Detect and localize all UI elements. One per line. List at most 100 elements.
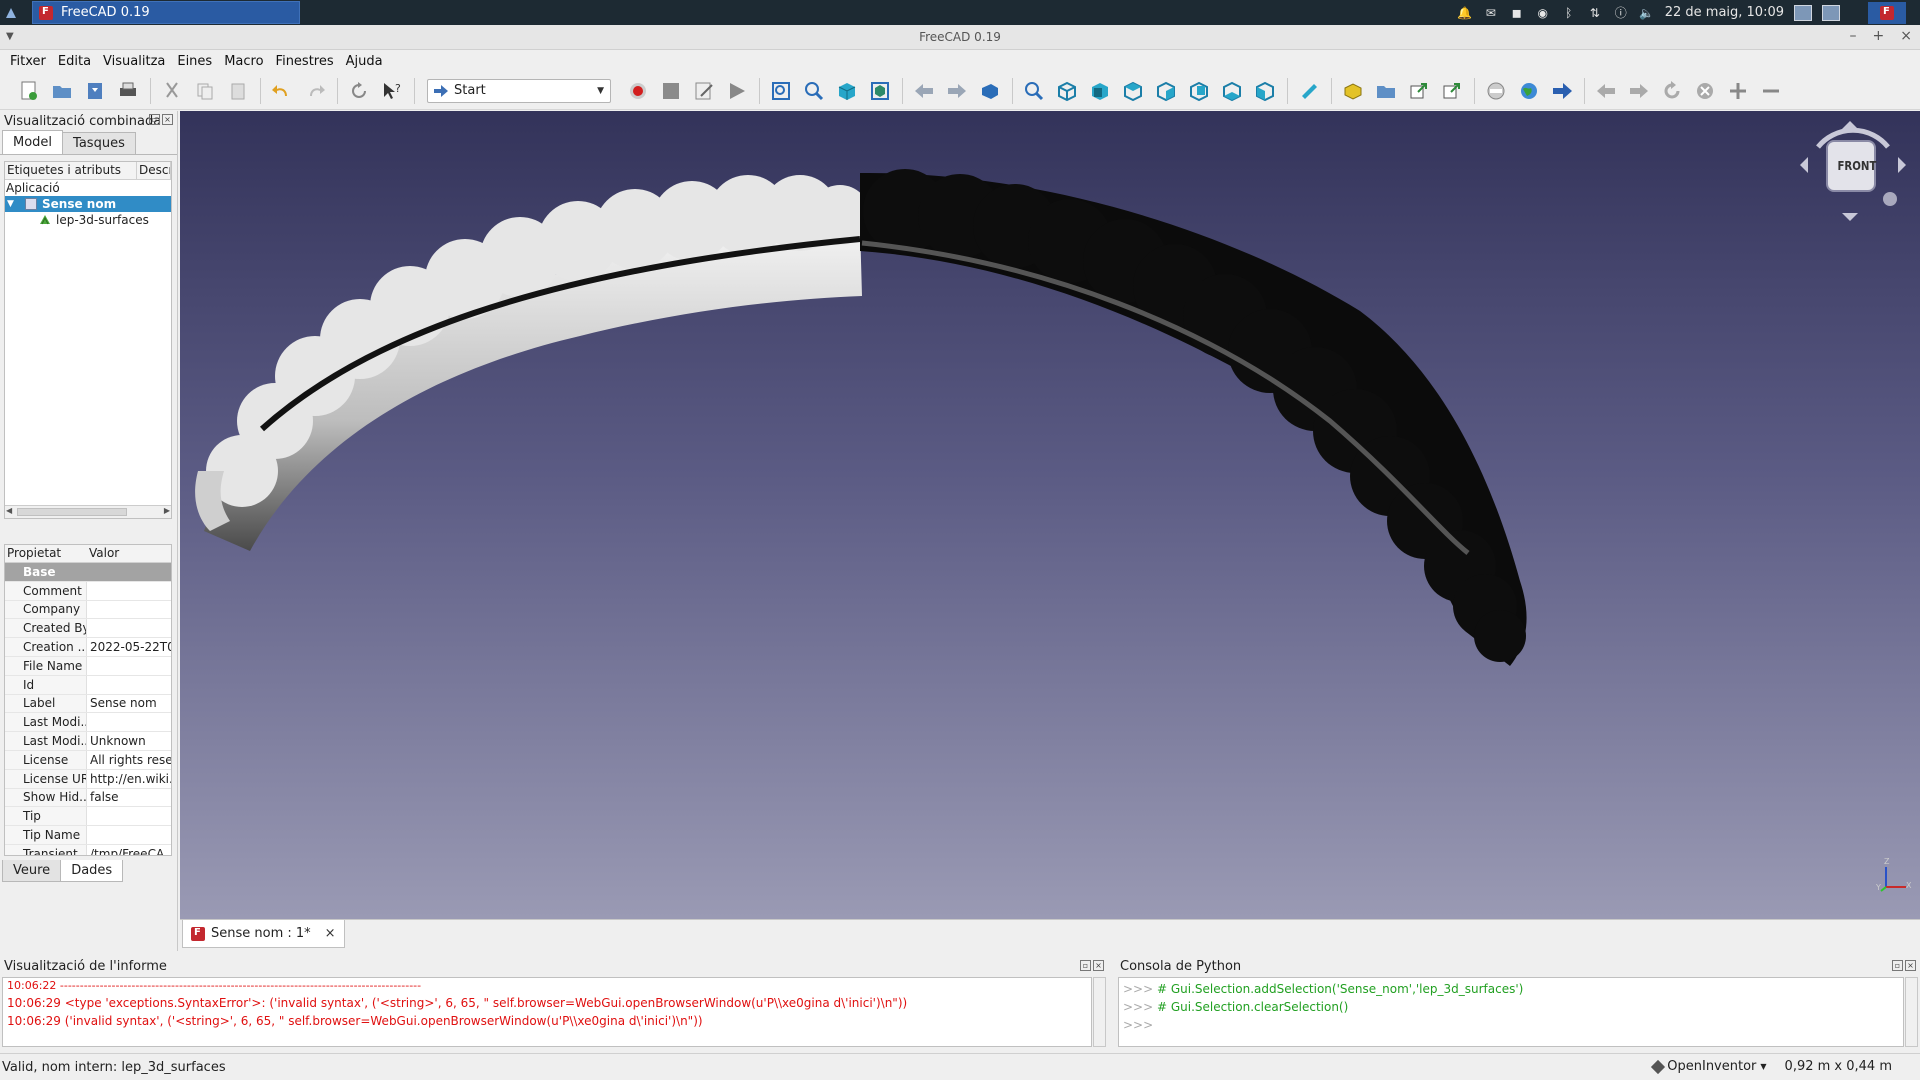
- macro-stop-icon[interactable]: [658, 78, 684, 104]
- property-value[interactable]: Sense nom: [87, 695, 171, 713]
- network-icon[interactable]: ⇅: [1587, 5, 1603, 21]
- workspace-1-icon[interactable]: [1794, 4, 1812, 21]
- web-stop-icon[interactable]: [1692, 78, 1718, 104]
- property-value[interactable]: [87, 807, 171, 825]
- tree-header-labels[interactable]: Etiquetes i atributs: [5, 162, 137, 179]
- property-value[interactable]: [87, 826, 171, 844]
- undo-icon[interactable]: [269, 78, 295, 104]
- close-tab-icon[interactable]: ×: [325, 926, 336, 941]
- save-icon[interactable]: [82, 78, 108, 104]
- view-isometric-icon[interactable]: [1054, 78, 1080, 104]
- scroll-right-icon[interactable]: ▶: [164, 506, 170, 515]
- tree-item-document[interactable]: ▼ Sense nom: [5, 196, 171, 212]
- draw-style-icon[interactable]: [834, 78, 860, 104]
- refresh-icon[interactable]: [346, 78, 372, 104]
- stop-loading-icon[interactable]: [1483, 78, 1509, 104]
- menu-visualitza[interactable]: Visualitza: [97, 54, 171, 69]
- property-value[interactable]: [87, 713, 171, 731]
- property-row[interactable]: Last Modi...: [5, 713, 171, 733]
- collapse-arrow-icon[interactable]: ▼: [7, 199, 21, 209]
- property-row[interactable]: Creation ...2022-05-22T0...: [5, 638, 171, 657]
- paste-icon[interactable]: [225, 78, 251, 104]
- web-refresh-icon[interactable]: [1659, 78, 1685, 104]
- navigation-style-selector[interactable]: OpenInventor ▼: [1651, 1059, 1767, 1074]
- system-menu-icon[interactable]: [0, 0, 22, 25]
- fit-all-icon[interactable]: [768, 78, 794, 104]
- scrollbar-thumb[interactable]: [17, 508, 127, 516]
- taskbar-window-button[interactable]: FreeCAD 0.19: [32, 1, 300, 24]
- zoom-in-icon[interactable]: [1725, 78, 1751, 104]
- property-row[interactable]: Last Modi... Unknown: [5, 732, 171, 751]
- update-icon[interactable]: ⓘ: [1613, 5, 1629, 21]
- scroll-left-icon[interactable]: ◀: [6, 506, 12, 515]
- macro-record-icon[interactable]: [625, 78, 651, 104]
- bounding-box-icon[interactable]: [867, 78, 893, 104]
- property-row[interactable]: Comment: [5, 581, 171, 601]
- bluetooth-icon[interactable]: ᛒ: [1561, 5, 1577, 21]
- window-menu-icon[interactable]: ▼: [6, 31, 14, 42]
- property-value[interactable]: 2022-05-22T0...: [87, 638, 171, 656]
- minimize-icon[interactable]: –: [1850, 28, 1857, 44]
- tab-veure[interactable]: Veure: [2, 860, 62, 882]
- property-value[interactable]: [87, 657, 171, 675]
- close-icon[interactable]: ×: [162, 114, 173, 125]
- property-editor[interactable]: Propietat Valor Base Comment Company Cre…: [4, 544, 172, 856]
- property-row[interactable]: Label Sense nom: [5, 694, 171, 714]
- python-vertical-scrollbar[interactable]: [1905, 977, 1918, 1047]
- menu-eines[interactable]: Eines: [171, 54, 218, 69]
- new-document-icon[interactable]: [16, 78, 42, 104]
- property-row[interactable]: License URLhttp://en.wiki...: [5, 769, 171, 789]
- close-icon[interactable]: ×: [1905, 960, 1916, 971]
- workspace-2-icon[interactable]: [1822, 4, 1840, 21]
- active-window-indicator[interactable]: [1868, 1, 1906, 24]
- group-icon[interactable]: [1373, 78, 1399, 104]
- view-bottom-icon[interactable]: [1219, 78, 1245, 104]
- web-forward-icon[interactable]: [1549, 78, 1575, 104]
- property-value[interactable]: [87, 582, 171, 600]
- tree-item-object[interactable]: lep-3d-surfaces: [5, 212, 171, 228]
- volume-icon[interactable]: 🔈: [1639, 5, 1655, 21]
- property-header-value[interactable]: Valor: [87, 545, 171, 562]
- nav-forward-icon[interactable]: [944, 78, 970, 104]
- float-icon[interactable]: ▫: [149, 114, 160, 125]
- view-left-icon[interactable]: [1252, 78, 1278, 104]
- sync-view-icon[interactable]: [977, 78, 1003, 104]
- property-value[interactable]: http://en.wiki...: [87, 770, 171, 788]
- app-tray-icon[interactable]: ◼: [1509, 5, 1525, 21]
- menu-ajuda[interactable]: Ajuda: [340, 54, 389, 69]
- property-value[interactable]: All rights rese...: [87, 751, 171, 769]
- model-tree[interactable]: Etiquetes i atributs Descrip Aplicació ▼…: [4, 161, 172, 519]
- cut-icon[interactable]: [159, 78, 185, 104]
- property-value[interactable]: false: [87, 789, 171, 807]
- menu-finestres[interactable]: Finestres: [270, 54, 340, 69]
- zoom-icon[interactable]: [1021, 78, 1047, 104]
- fit-selection-icon[interactable]: [801, 78, 827, 104]
- tree-header-description[interactable]: Descrip: [137, 162, 171, 179]
- macro-play-icon[interactable]: [724, 78, 750, 104]
- link-actions-icon[interactable]: [1439, 78, 1465, 104]
- web-back-icon[interactable]: [1593, 78, 1619, 104]
- property-value[interactable]: [87, 619, 171, 637]
- property-row[interactable]: LicenseAll rights rese...: [5, 750, 171, 770]
- property-row[interactable]: Id: [5, 675, 171, 695]
- web-next-icon[interactable]: [1626, 78, 1652, 104]
- report-vertical-scrollbar[interactable]: [1093, 977, 1106, 1047]
- view-front-icon[interactable]: [1087, 78, 1113, 104]
- property-value[interactable]: /tmp/FreeCA...: [87, 845, 171, 855]
- property-value[interactable]: Unknown: [87, 732, 171, 750]
- open-folder-icon[interactable]: [49, 78, 75, 104]
- navigation-cube[interactable]: FRONT: [1798, 117, 1908, 227]
- float-icon[interactable]: ▫: [1892, 960, 1903, 971]
- clock[interactable]: 22 de maig, 10:09: [1665, 5, 1784, 20]
- tree-horizontal-scrollbar[interactable]: ◀ ▶: [5, 505, 171, 518]
- bell-icon[interactable]: 🔔: [1457, 5, 1473, 21]
- report-output[interactable]: 10:06:22 -------------------------------…: [2, 977, 1092, 1047]
- whats-this-icon[interactable]: ?: [379, 78, 405, 104]
- workbench-selector[interactable]: Start ▼: [427, 78, 611, 103]
- close-icon[interactable]: ×: [1093, 960, 1104, 971]
- view-right-icon[interactable]: [1153, 78, 1179, 104]
- property-value[interactable]: [87, 601, 171, 619]
- web-globe-icon[interactable]: [1516, 78, 1542, 104]
- print-icon[interactable]: [115, 78, 141, 104]
- part-icon[interactable]: [1340, 78, 1366, 104]
